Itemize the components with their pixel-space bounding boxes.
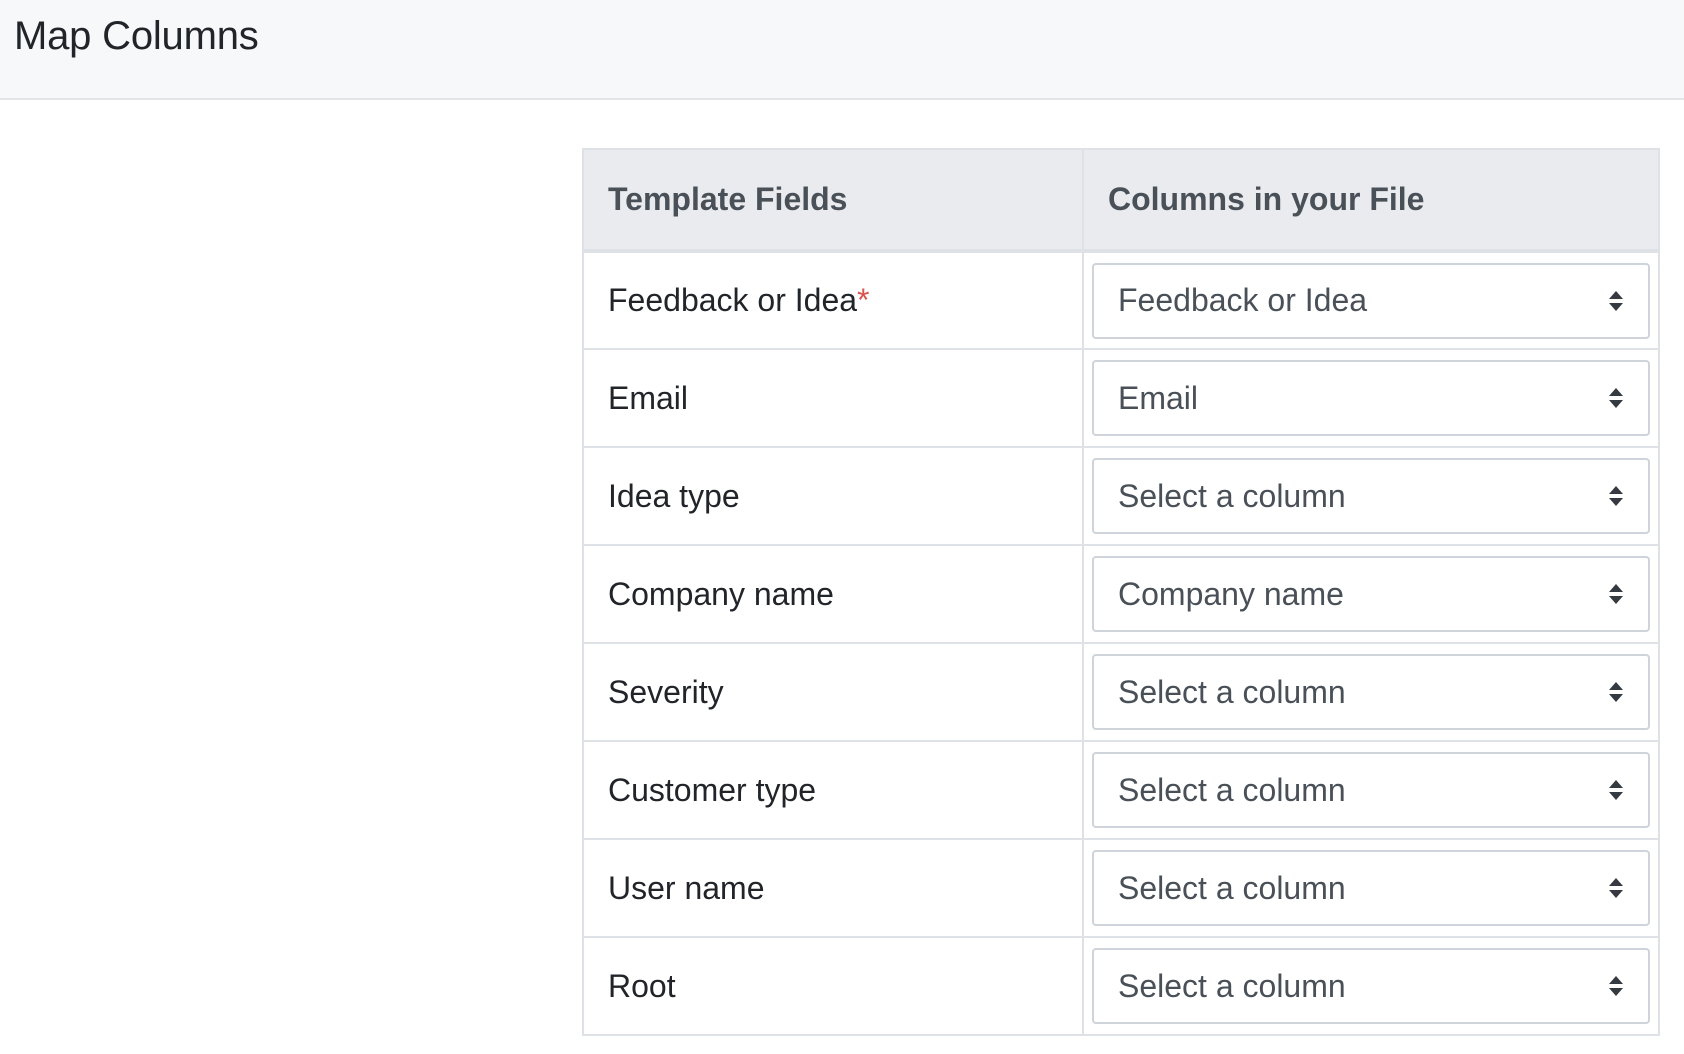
- column-select-value: Select a column: [1118, 673, 1346, 710]
- template-field-label: Idea type: [608, 477, 740, 514]
- page-header: Map Columns: [0, 0, 1684, 100]
- sort-arrows-icon: [1609, 486, 1623, 506]
- column-select[interactable]: Select a column: [1092, 752, 1650, 828]
- template-field-cell: User name: [582, 838, 1084, 938]
- page-title: Map Columns: [14, 14, 259, 58]
- template-field-label: Severity: [608, 673, 724, 710]
- column-select-cell: Select a column: [1082, 740, 1660, 840]
- table-row: Root Select a column: [582, 936, 1660, 1036]
- table-row: Customer type Select a column: [582, 740, 1660, 840]
- template-field-cell: Email: [582, 348, 1084, 448]
- column-select-value: Email: [1118, 379, 1199, 416]
- template-field-cell: Company name: [582, 544, 1084, 644]
- sort-arrows-icon: [1609, 682, 1623, 702]
- table-row: User name Select a column: [582, 838, 1660, 938]
- column-select[interactable]: Select a column: [1092, 654, 1650, 730]
- column-select[interactable]: Company name: [1092, 556, 1650, 632]
- column-select-cell: Feedback or Idea: [1082, 250, 1660, 350]
- table-row: Severity Select a column: [582, 642, 1660, 742]
- column-select-cell: Email: [1082, 348, 1660, 448]
- column-select-cell: Select a column: [1082, 446, 1660, 546]
- table-row: Idea type Select a column: [582, 446, 1660, 546]
- template-field-cell: Idea type: [582, 446, 1084, 546]
- column-select-cell: Select a column: [1082, 838, 1660, 938]
- column-select[interactable]: Select a column: [1092, 850, 1650, 926]
- template-field-label: Customer type: [608, 771, 817, 808]
- template-field-cell: Customer type: [582, 740, 1084, 840]
- table-row: Company name Company name: [582, 544, 1660, 644]
- column-select-value: Select a column: [1118, 869, 1346, 906]
- template-field-cell: Root: [582, 936, 1084, 1036]
- sort-arrows-icon: [1609, 780, 1623, 800]
- column-select-cell: Select a column: [1082, 642, 1660, 742]
- column-select-cell: Company name: [1082, 544, 1660, 644]
- column-select[interactable]: Email: [1092, 360, 1650, 436]
- column-select-cell: Select a column: [1082, 936, 1660, 1036]
- column-select-value: Select a column: [1118, 771, 1346, 808]
- sort-arrows-icon: [1609, 878, 1623, 898]
- sort-arrows-icon: [1609, 388, 1623, 408]
- template-field-cell: Severity: [582, 642, 1084, 742]
- column-select-value: Select a column: [1118, 967, 1346, 1004]
- table-row: Email Email: [582, 348, 1660, 448]
- template-fields-header: Template Fields: [582, 148, 1084, 253]
- column-select-value: Feedback or Idea: [1118, 282, 1368, 318]
- column-select-value: Company name: [1118, 575, 1344, 612]
- column-select[interactable]: Feedback or Idea: [1092, 262, 1650, 339]
- sort-arrows-icon: [1609, 584, 1623, 604]
- column-mapping-table: Template Fields Columns in your File Fee…: [582, 148, 1660, 1036]
- sort-arrows-icon: [1609, 976, 1623, 996]
- sort-arrows-icon: [1609, 290, 1623, 311]
- column-select[interactable]: Select a column: [1092, 948, 1650, 1024]
- table-row: Feedback or Idea* Feedback or Idea: [582, 250, 1660, 350]
- template-field-cell: Feedback or Idea*: [582, 250, 1084, 350]
- template-field-label: Company name: [608, 575, 834, 612]
- required-marker: *: [857, 282, 870, 318]
- template-field-label: User name: [608, 869, 765, 906]
- template-field-label: Email: [608, 379, 689, 416]
- column-select[interactable]: Select a column: [1092, 458, 1650, 534]
- table-header-row: Template Fields Columns in your File: [582, 148, 1660, 253]
- column-select-value: Select a column: [1118, 477, 1346, 514]
- columns-in-file-header: Columns in your File: [1082, 148, 1660, 253]
- template-field-label: Root: [608, 967, 676, 1004]
- template-field-label: Feedback or Idea: [608, 282, 858, 318]
